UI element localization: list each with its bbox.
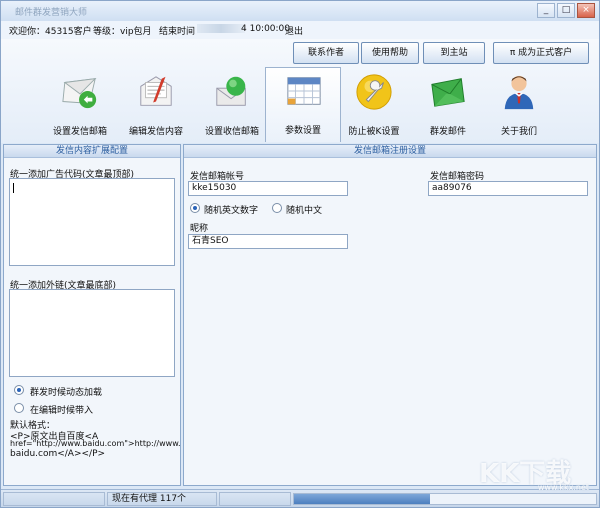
nav-label: 设置收信邮箱 xyxy=(204,127,259,137)
user-avatar-icon xyxy=(504,75,534,110)
random-english-label: 随机英文数字 xyxy=(204,206,259,216)
help-button[interactable]: 使用帮助 xyxy=(361,42,419,64)
expires-redacted xyxy=(197,24,245,34)
nav-label: 群发邮件 xyxy=(429,127,466,137)
app-window: 邮件群发营销大师 _ □ × 欢迎你：45315客户 等级：vip包月 结束时间… xyxy=(0,0,600,508)
close-button[interactable]: × xyxy=(577,3,595,18)
panel-header: 发信内容扩展配置 xyxy=(4,145,180,158)
edit-insert-radio[interactable] xyxy=(14,403,24,413)
sender-account-input[interactable]: kke15030 xyxy=(188,181,348,196)
dynamic-load-radio[interactable] xyxy=(14,385,24,395)
default-format-line-2: href="http://www.baidu.com">http://www. xyxy=(10,439,181,448)
logout-link[interactable]: 退出 xyxy=(285,24,303,37)
random-chinese-label: 随机中文 xyxy=(286,206,323,216)
minimize-button[interactable]: _ xyxy=(537,3,555,18)
sender-password-input[interactable]: aa89076 xyxy=(428,181,588,196)
nav-about-us[interactable]: 关于我们 xyxy=(481,69,557,141)
external-link-textarea[interactable] xyxy=(9,289,175,377)
info-bar: 欢迎你：45315客户 等级：vip包月 结束时间 4 10:00:00 退出 xyxy=(1,21,599,39)
random-chinese-radio[interactable] xyxy=(272,203,282,213)
level-text: 等级：vip包月 xyxy=(93,27,152,37)
window-controls: _ □ × xyxy=(537,3,595,18)
sender-registration-panel: 发信邮箱注册设置 发信邮箱帐号 kke15030 发信邮箱密码 aa89076 … xyxy=(183,144,597,486)
title-bar: 邮件群发营销大师 _ □ × xyxy=(1,1,599,21)
nav-label: 防止被K设置 xyxy=(348,127,400,137)
wrench-icon xyxy=(356,74,392,110)
welcome-text: 欢迎你：45315客户 xyxy=(9,27,92,37)
watermark-logo: KK下载 www.kkx.net xyxy=(479,453,593,493)
nickname-input[interactable]: 石青SEO xyxy=(188,234,348,249)
main-site-button[interactable]: 到主站 xyxy=(423,42,485,64)
nav-label: 关于我们 xyxy=(500,127,537,137)
letter-edit-icon xyxy=(140,76,172,106)
text-caret xyxy=(13,183,14,193)
progress-fill xyxy=(294,494,430,504)
dynamic-load-label: 群发时候动态加载 xyxy=(30,388,103,398)
status-segment-empty-2 xyxy=(219,492,291,506)
contact-author-button[interactable]: 联系作者 xyxy=(293,42,359,64)
nav-receive-mailbox[interactable]: 设置收信邮箱 xyxy=(194,69,270,141)
edit-insert-label: 在编辑时候带入 xyxy=(30,406,94,416)
nav-mass-mail[interactable]: 群发邮件 xyxy=(410,69,486,141)
window-title: 邮件群发营销大师 xyxy=(15,8,88,18)
expires-label: 结束时间 xyxy=(159,27,196,37)
send-progress-bar xyxy=(293,493,597,505)
panel-header: 发信邮箱注册设置 xyxy=(184,145,596,158)
nav-label: 参数设置 xyxy=(284,126,321,136)
random-english-radio[interactable] xyxy=(190,203,200,213)
envelope-send-icon xyxy=(62,78,97,109)
green-envelope-icon xyxy=(431,78,465,107)
proxy-count: 现在有代理 117个 xyxy=(107,492,217,506)
ad-code-textarea[interactable] xyxy=(9,178,175,266)
content-extension-panel: 发信内容扩展配置 统一添加广告代码(文章最顶部) 统一添加外链(文章最底部) 群… xyxy=(3,144,181,486)
nav-label: 编辑发信内容 xyxy=(128,127,183,137)
toolbar: 联系作者 使用帮助 到主站 π 成为正式客户 设置发信邮箱 编辑发信内容 设置收… xyxy=(1,39,599,143)
watermark-url: www.kkx.net xyxy=(537,483,589,492)
nav-edit-content[interactable]: 编辑发信内容 xyxy=(118,69,194,141)
maximize-button[interactable]: □ xyxy=(557,3,575,18)
nav-send-mailbox[interactable]: 设置发信邮箱 xyxy=(42,69,118,141)
nav-parameter-settings[interactable]: 参数设置 xyxy=(265,67,341,142)
status-segment-empty xyxy=(3,492,105,506)
default-format-line-3: baidu.com</A></P> xyxy=(10,449,106,459)
become-customer-button[interactable]: π 成为正式客户 xyxy=(493,42,589,64)
nav-label: 设置发信邮箱 xyxy=(52,127,107,137)
mail-receive-icon xyxy=(216,76,246,106)
calendar-grid-icon xyxy=(287,77,321,105)
expires-time: 4 10:00:00 xyxy=(241,24,291,34)
nickname-label: 昵称 xyxy=(190,224,209,234)
nav-anti-block-settings[interactable]: 防止被K设置 xyxy=(336,69,412,141)
